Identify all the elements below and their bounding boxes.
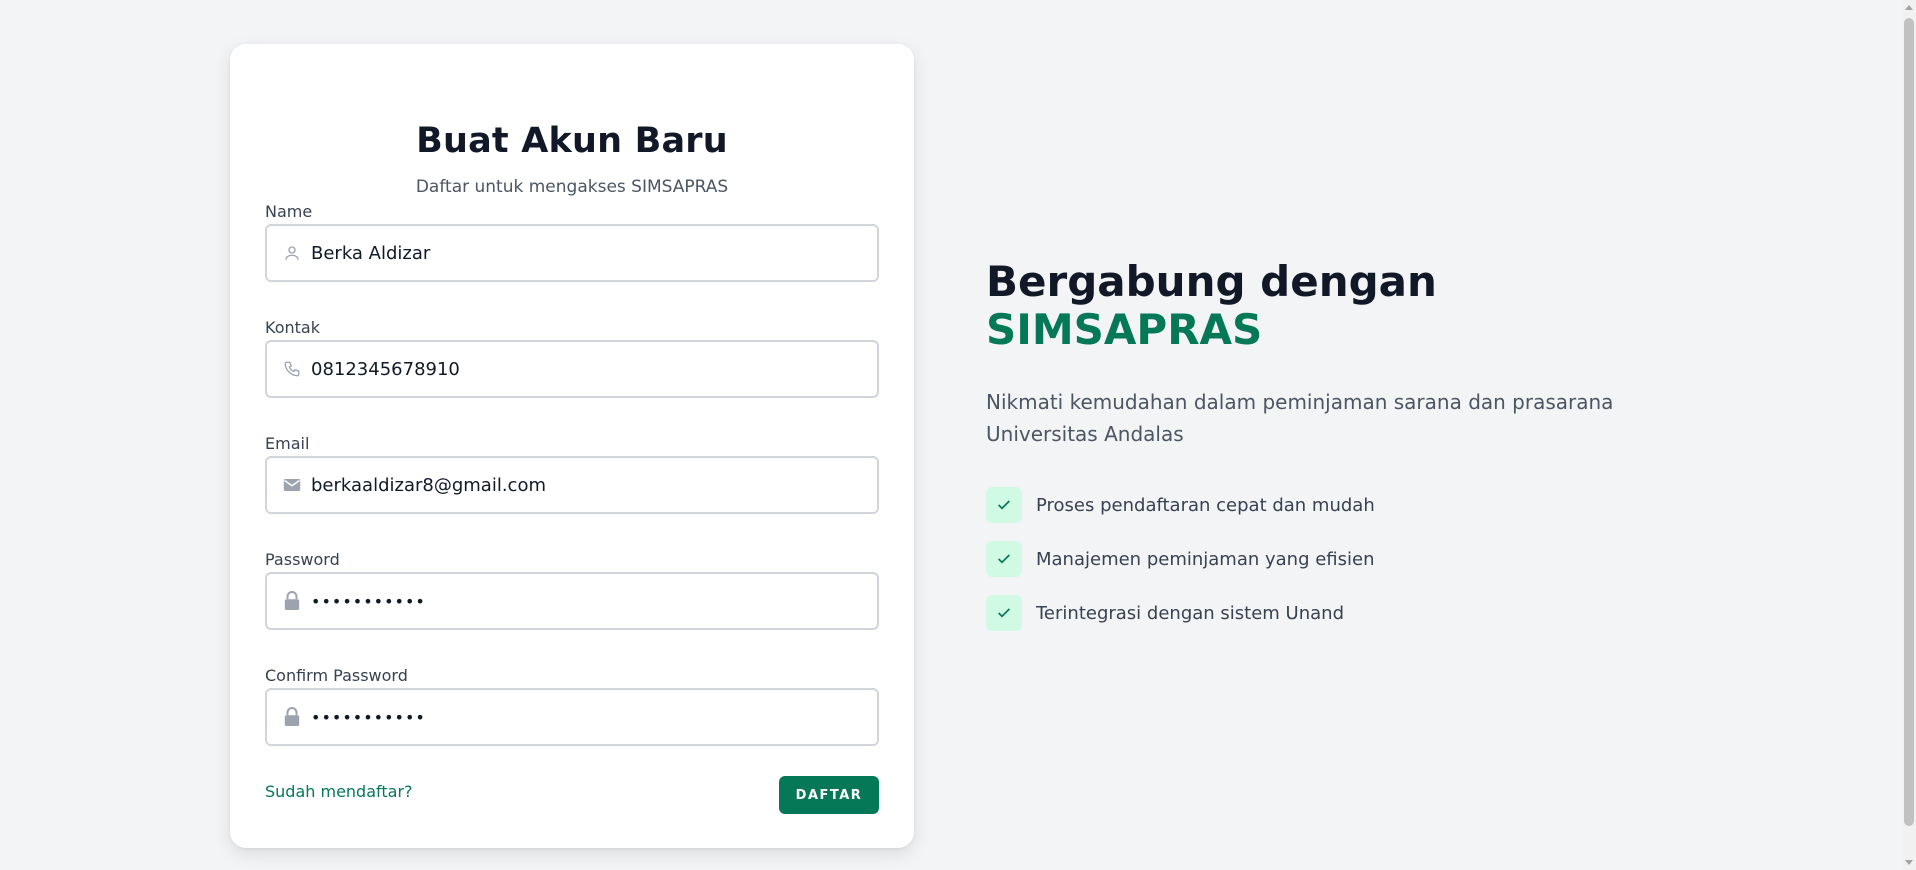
- scroll-up-arrow-icon[interactable]: [1905, 5, 1913, 10]
- lock-icon: [281, 706, 303, 728]
- lock-icon: [281, 590, 303, 612]
- feature-text: Terintegrasi dengan sistem Unand: [1036, 602, 1344, 624]
- form-subtitle: Daftar untuk mengakses SIMSAPRAS: [415, 177, 729, 197]
- hero-accent: SIMSAPRAS: [986, 305, 1263, 354]
- name-field-box: [265, 224, 879, 282]
- kontak-label: Kontak: [265, 318, 320, 337]
- scroll-down-arrow-icon[interactable]: [1905, 860, 1913, 865]
- feature-text: Proses pendaftaran cepat dan mudah: [1036, 494, 1375, 516]
- check-icon: [986, 487, 1022, 523]
- scroll-thumb[interactable]: [1904, 18, 1914, 826]
- phone-icon: [281, 358, 303, 380]
- password-label: Password: [265, 550, 340, 569]
- name-label: Name: [265, 202, 313, 221]
- user-icon: [281, 242, 303, 264]
- name-input[interactable]: [311, 226, 871, 280]
- hero-title: Bergabung dengan: [986, 257, 1437, 306]
- form-title: Buat Akun Baru: [416, 121, 728, 161]
- hero-description: Nikmati kemudahan dalam peminjaman saran…: [986, 390, 1614, 446]
- check-icon: [986, 595, 1022, 631]
- feature-item: Proses pendaftaran cepat dan mudah: [986, 487, 1375, 523]
- confirm-password-input[interactable]: [311, 690, 871, 744]
- register-page: Buat Akun Baru Daftar untuk mengakses SI…: [0, 0, 1916, 870]
- already-registered-link[interactable]: Sudah mendaftar?: [265, 782, 413, 801]
- email-input[interactable]: [311, 458, 871, 512]
- check-icon: [986, 541, 1022, 577]
- kontak-field-box: [265, 340, 879, 398]
- mail-icon: [281, 474, 303, 496]
- feature-item: Manajemen peminjaman yang efisien: [986, 541, 1375, 577]
- password-input[interactable]: [311, 574, 871, 628]
- feature-text: Manajemen peminjaman yang efisien: [1036, 548, 1375, 570]
- confirm-password-field-box: [265, 688, 879, 746]
- feature-item: Terintegrasi dengan sistem Unand: [986, 595, 1344, 631]
- vertical-scrollbar[interactable]: [1902, 0, 1916, 870]
- email-label: Email: [265, 434, 310, 453]
- confirm-password-label: Confirm Password: [265, 666, 408, 685]
- kontak-input[interactable]: [311, 342, 871, 396]
- register-card: Buat Akun Baru Daftar untuk mengakses SI…: [230, 44, 914, 848]
- password-field-box: [265, 572, 879, 630]
- email-field-box: [265, 456, 879, 514]
- daftar-button[interactable]: DAFTAR: [779, 776, 879, 814]
